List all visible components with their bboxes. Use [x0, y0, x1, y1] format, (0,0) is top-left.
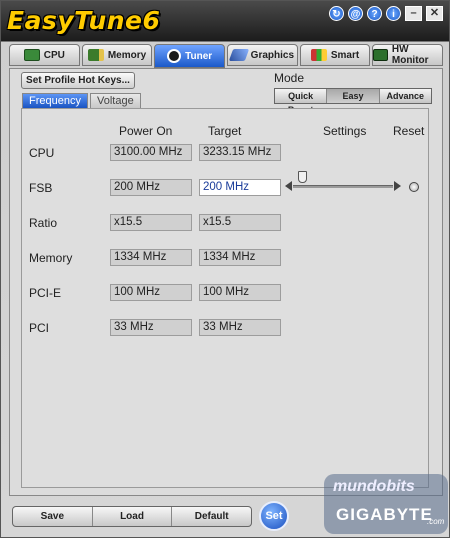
watermark-tld: .com — [427, 517, 445, 526]
title-icons: ↻ @ ? i – ✕ — [329, 6, 443, 21]
main-tabs: CPU Memory Tuner Graphics Smart HW Monit… — [9, 44, 444, 68]
close-icon[interactable]: ✕ — [426, 6, 443, 21]
slider-right-arrow-icon[interactable] — [394, 181, 401, 191]
fsb-reset-button[interactable] — [409, 182, 419, 192]
slider-thumb[interactable] — [298, 171, 307, 183]
set-profile-hotkeys-button[interactable]: Set Profile Hot Keys... — [21, 72, 135, 89]
minimize-icon[interactable]: – — [405, 6, 422, 21]
slider-left-arrow-icon[interactable] — [285, 181, 292, 191]
fsb-target-input[interactable]: 200 MHz — [199, 179, 281, 196]
pci-target-value: 33 MHz — [199, 319, 281, 336]
memory-target-value: 1334 MHz — [199, 249, 281, 266]
info-icon[interactable]: i — [386, 6, 401, 21]
tab-smart[interactable]: Smart — [299, 44, 371, 66]
tab-label: Tuner — [185, 50, 213, 62]
app-logo: EasyTune6 — [7, 6, 161, 35]
tab-graphics[interactable]: Graphics — [227, 44, 298, 66]
cpu-power-on-value: 3100.00 MHz — [110, 144, 192, 161]
pcie-target-value: 100 MHz — [199, 284, 281, 301]
graphics-card-icon — [228, 49, 249, 61]
mode-label: Mode — [274, 71, 305, 85]
help-icon[interactable]: ? — [367, 6, 382, 21]
bottom-toolbar: Save Load Default — [12, 506, 252, 527]
title-bar: EasyTune6 ↻ @ ? i – ✕ — [1, 1, 449, 41]
ratio-target-value: x15.5 — [199, 214, 281, 231]
watermark-site: mundobits — [333, 478, 415, 495]
cpu-chip-icon — [23, 49, 40, 61]
mode-quick-boost-button[interactable]: Quick Boost — [275, 89, 328, 115]
memory-stick-icon — [87, 49, 104, 61]
smart-fan-icon — [310, 49, 327, 61]
tab-tuner[interactable]: Tuner — [154, 44, 226, 68]
ratio-power-on-value: x15.5 — [110, 214, 192, 231]
target-header: Target — [208, 124, 242, 138]
row-label-pcie: PCI-E — [29, 286, 62, 300]
row-label-fsb: FSB — [29, 181, 53, 195]
tab-label: Memory — [107, 49, 147, 61]
set-button[interactable]: Set — [259, 501, 289, 531]
save-button[interactable]: Save — [13, 507, 93, 526]
tab-cpu[interactable]: CPU — [9, 44, 80, 66]
tab-label: Graphics — [250, 49, 295, 61]
load-button[interactable]: Load — [93, 507, 173, 526]
row-label-memory: Memory — [29, 251, 73, 265]
tab-hw-monitor[interactable]: HW Monitor — [372, 44, 444, 66]
hw-monitor-icon — [373, 49, 388, 61]
pcie-power-on-value: 100 MHz — [110, 284, 192, 301]
tuner-icon — [167, 49, 182, 63]
mode-selector: Quick Boost Easy Advance — [274, 88, 432, 115]
tab-label: HW Monitor — [391, 44, 429, 66]
sub-tabs: Frequency Voltage — [22, 93, 141, 108]
tab-memory[interactable]: Memory — [81, 44, 153, 66]
memory-power-on-value: 1334 MHz — [110, 249, 192, 266]
pci-power-on-value: 33 MHz — [110, 319, 192, 336]
default-button[interactable]: Default — [172, 507, 251, 526]
mode-advance-button[interactable]: Advance — [379, 89, 431, 103]
reset-header: Reset — [393, 124, 425, 138]
cpu-target-value: 3233.15 MHz — [199, 144, 281, 161]
fsb-power-on-value: 200 MHz — [110, 179, 192, 196]
tab-label: CPU — [43, 49, 65, 61]
row-label-pci: PCI — [29, 321, 50, 335]
row-label-ratio: Ratio — [29, 216, 58, 230]
update-icon[interactable]: ↻ — [329, 6, 344, 21]
tab-frequency[interactable]: Frequency — [22, 93, 88, 108]
slider-track[interactable] — [293, 185, 393, 188]
settings-header: Settings — [323, 124, 367, 138]
fsb-slider[interactable] — [285, 171, 401, 194]
tab-label: Smart — [330, 49, 360, 61]
watermark-brand: GIGABYTE — [336, 505, 433, 524]
power-on-header: Power On — [119, 124, 173, 138]
tab-voltage[interactable]: Voltage — [89, 93, 141, 108]
mode-easy-button[interactable]: Easy — [327, 89, 380, 103]
email-icon[interactable]: @ — [348, 6, 363, 21]
row-label-cpu: CPU — [29, 146, 55, 160]
